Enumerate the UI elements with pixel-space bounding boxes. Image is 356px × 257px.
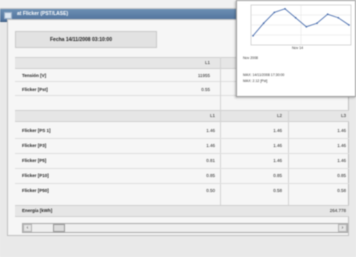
value-ps1-l3: 1.46: [337, 128, 346, 133]
chart-point: [284, 8, 286, 10]
row-label-ps1: Flicker [PS 1]: [22, 128, 51, 133]
scroll-left-button[interactable]: ‹: [23, 224, 32, 232]
value-p3-l1: 1.46: [206, 143, 215, 148]
chart-info-line-1: MAX: 14/11/2008 17:30:00: [243, 73, 285, 77]
chart-x-label: Nov 14: [292, 46, 304, 50]
value-p50-l2: 0.58: [273, 188, 282, 193]
row-divider: [15, 153, 349, 154]
value-p5-l1: 0.81: [206, 158, 215, 163]
value-p3-l2: 1.46: [273, 143, 282, 148]
chevron-left-icon: ‹: [26, 225, 29, 231]
row-label-p50: Flicker [P50]: [22, 188, 49, 193]
chart-point: [294, 17, 297, 19]
horizontal-scrollbar[interactable]: ‹ ›: [22, 223, 348, 233]
value-ps1-l1: 1.46: [206, 128, 215, 133]
column-separator: [288, 110, 289, 215]
row-label-p5: Flicker [P5]: [22, 158, 47, 163]
phase-section-header: [15, 110, 349, 122]
value-p10-l3: 0.85: [337, 173, 346, 178]
row-label-p3: Flicker [P3]: [22, 143, 47, 148]
value-p50-l1: 0.50: [206, 188, 215, 193]
window-title: at Flicker (PST/LASE): [17, 11, 69, 17]
column-header-l1-top: L1: [204, 60, 210, 65]
value-p5-l2: 1.46: [273, 158, 282, 163]
row-label-tension: Tensión [V]: [22, 73, 47, 78]
column-header-l3: L3: [340, 113, 346, 118]
chart-point: [337, 17, 340, 19]
value-p3-l3: 1.46: [337, 143, 346, 148]
value-energy: 264.778: [329, 208, 346, 213]
chart-x-sublabel: Nov 2008: [243, 56, 258, 60]
value-p50-l3: 0.58: [337, 188, 346, 193]
chevron-right-icon: ›: [341, 225, 344, 231]
app-icon: [4, 12, 12, 19]
column-separator: [220, 57, 221, 215]
row-label-pst: Flicker [Pst]: [22, 87, 48, 92]
value-tension: 11955: [197, 73, 210, 78]
chart-point: [348, 24, 350, 26]
value-p10-l2: 0.85: [273, 173, 282, 178]
chart-point: [273, 11, 276, 14]
row-label-energy: Energía [kWh]: [22, 208, 53, 213]
chart-info-line-2: MAX: 2.12 [Pst]: [243, 79, 268, 83]
chart-point: [262, 22, 265, 25]
value-pst: 0.55: [201, 87, 210, 92]
value-p10-l1: 0.85: [206, 173, 215, 178]
chart-point: [252, 35, 254, 37]
scroll-thumb[interactable]: [53, 224, 65, 232]
column-header-l2: L2: [276, 113, 282, 118]
row-divider: [15, 183, 349, 184]
column-header-l1: L1: [209, 113, 215, 118]
row-divider: [15, 138, 349, 139]
energy-row: [15, 205, 349, 217]
chart-point: [326, 13, 329, 15]
value-p5-l3: 1.46: [337, 158, 346, 163]
chart-popup[interactable]: Nov 14 Nov 2008 MAX: 14/11/2008 17:30:00…: [236, 0, 356, 97]
scroll-right-button[interactable]: ›: [338, 224, 347, 232]
row-divider: [15, 168, 349, 169]
row-label-p10: Flicker [P10]: [22, 173, 49, 178]
chart-point: [316, 22, 318, 25]
value-ps1-l2: 1.46: [273, 128, 282, 133]
chart-point: [305, 26, 308, 28]
date-header: Fecha 14/11/2008 03:10:00: [50, 37, 112, 43]
